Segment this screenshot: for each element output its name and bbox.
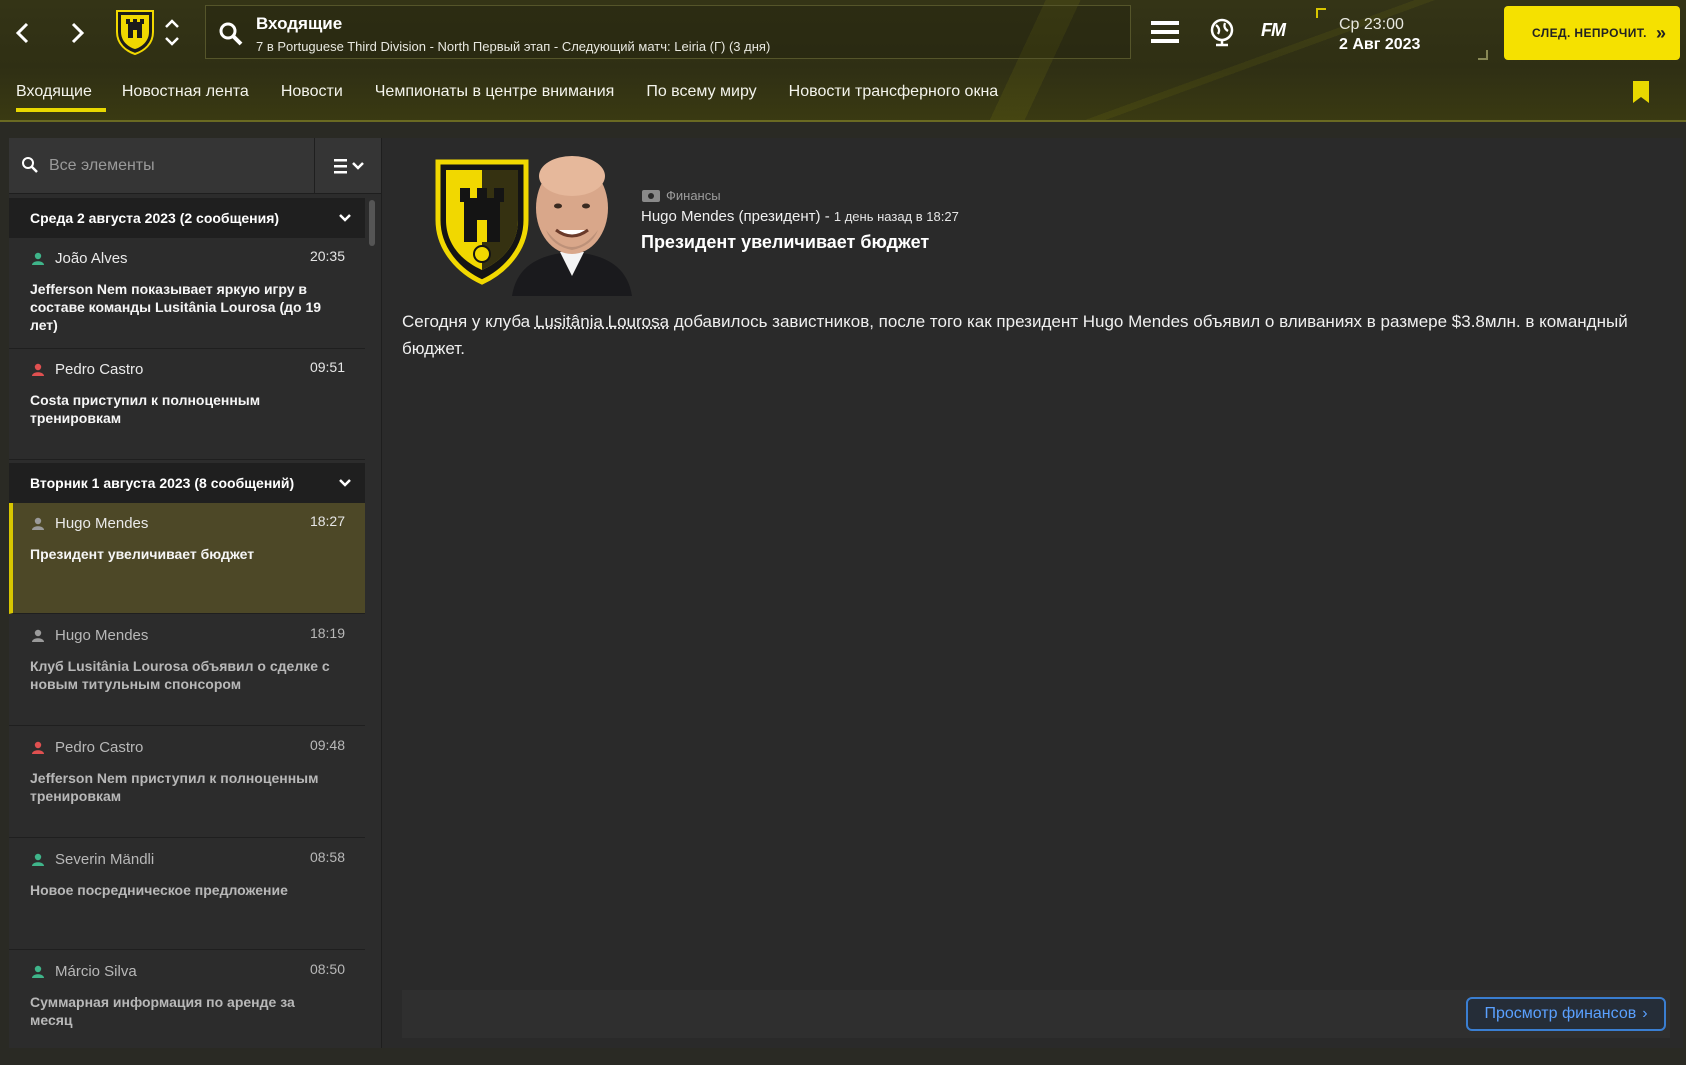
person-icon — [32, 517, 44, 530]
chevron-left-icon — [15, 22, 29, 44]
game-date[interactable]: Ср 23:00 2 Авг 2023 — [1316, 8, 1488, 60]
chevron-right-icon: › — [1642, 1005, 1648, 1022]
club-switch-icon[interactable] — [162, 16, 182, 50]
group-title: Вторник 1 августа 2023 (8 сообщений) — [30, 475, 295, 491]
view-finances-button[interactable]: Просмотр финансов › — [1466, 997, 1666, 1031]
tab-transfer-window[interactable]: Новости трансферного окна — [773, 72, 1015, 112]
next-unread-button[interactable]: СЛЕД. НЕПРОЧИТ. » — [1504, 6, 1680, 60]
list-options-icon[interactable] — [333, 155, 367, 177]
message-body: Сегодня у клуба Lusitânia Lourosa добави… — [402, 308, 1672, 362]
tab-news[interactable]: Новости — [265, 72, 359, 112]
person-icon — [32, 252, 44, 265]
message-list: Среда 2 августа 2023 (2 сообщения) João … — [9, 198, 365, 1048]
world-globe-icon[interactable] — [1207, 17, 1237, 47]
message-time: 18:19 — [309, 625, 345, 641]
message-time: 09:48 — [309, 737, 345, 753]
forward-button[interactable] — [62, 18, 92, 48]
inbox-sidebar: Среда 2 августа 2023 (2 сообщения) João … — [9, 138, 381, 1048]
group-header[interactable]: Вторник 1 августа 2023 (8 сообщений) — [9, 463, 365, 503]
tab-inbox[interactable]: Входящие — [0, 72, 106, 112]
list-item[interactable]: Hugo Mendes 18:19 Клуб Lusitânia Lourosa… — [9, 615, 365, 726]
person-icon — [32, 741, 44, 754]
double-chevron-right-icon: » — [1655, 23, 1666, 43]
sender-name: Hugo Mendes — [55, 515, 149, 532]
message-date: 1 день назад в 18:27 — [833, 209, 959, 224]
menu-icon[interactable] — [1150, 19, 1180, 45]
message-time: 08:58 — [309, 849, 345, 865]
message-category: Финансы — [642, 188, 721, 203]
list-item[interactable]: Márcio Silva 08:50 Суммарная информация … — [9, 951, 365, 1048]
person-icon — [32, 363, 44, 376]
game-date-label: 2 Авг 2023 — [1339, 36, 1421, 53]
message-time: 08:50 — [309, 961, 345, 977]
message-meta: Hugo Mendes (президент) - 1 день назад в… — [641, 208, 959, 225]
message-subject: Jefferson Nem приступил к полноценным тр… — [30, 770, 319, 804]
fm-logo[interactable]: FM — [1261, 20, 1286, 41]
message-subject: Президент увеличивает бюджет — [30, 546, 255, 562]
sender-name: Márcio Silva — [55, 963, 137, 980]
game-time: Ср 23:00 — [1339, 16, 1404, 33]
sender-name: Pedro Castro — [55, 739, 144, 756]
message-subject: Jefferson Nem показывает яркую игру в со… — [30, 281, 322, 333]
sender-name: Severin Mändli — [55, 851, 155, 868]
corner-decoration — [1316, 8, 1326, 18]
meta-separator: - — [820, 208, 834, 225]
corner-decoration — [1478, 50, 1488, 60]
sender-name: Hugo Mendes — [55, 627, 149, 644]
body-text-start: Сегодня у клуба — [402, 312, 535, 331]
person-icon — [32, 629, 44, 642]
filter-bar — [9, 138, 381, 194]
tab-bar: Входящие Новостная лента Новости Чемпион… — [0, 72, 1014, 112]
person-icon — [32, 965, 44, 978]
money-tag-icon — [642, 189, 660, 202]
top-bar: Входящие 7 в Portuguese Third Division -… — [0, 0, 1686, 122]
search-title: Входящие — [256, 14, 343, 33]
message-subject: Суммарная информация по аренде за месяц — [30, 994, 295, 1028]
tab-around-world[interactable]: По всему миру — [630, 72, 772, 112]
president-portrait — [512, 156, 632, 296]
chevron-down-icon — [339, 214, 351, 222]
tab-news-feed[interactable]: Новостная лента — [106, 72, 265, 112]
back-button[interactable] — [8, 18, 38, 48]
message-headline: Президент увеличивает бюджет — [641, 232, 930, 252]
divider — [0, 120, 1686, 122]
message-view: Финансы Hugo Mendes (президент) - 1 день… — [381, 138, 1683, 1048]
list-item[interactable]: Pedro Castro 09:48 Jefferson Nem приступ… — [9, 727, 365, 838]
next-unread-label: СЛЕД. НЕПРОЧИТ. — [1532, 26, 1647, 40]
message-sender[interactable]: Hugo Mendes (президент) — [641, 208, 821, 225]
list-item[interactable]: João Alves 20:35 Jefferson Nem показывае… — [9, 238, 365, 349]
divider — [314, 138, 315, 194]
message-subject: Новое посредническое предложение — [30, 882, 288, 898]
search-subtitle: 7 в Portuguese Third Division - North Пе… — [256, 39, 771, 54]
filter-input[interactable] — [49, 152, 309, 180]
chevron-right-icon — [71, 22, 85, 44]
tab-spotlight[interactable]: Чемпионаты в центре внимания — [359, 72, 631, 112]
bookmark-icon[interactable] — [1632, 80, 1650, 104]
group-title: Среда 2 августа 2023 (2 сообщения) — [30, 210, 280, 226]
list-item[interactable]: Severin Mändli 08:58 Новое посредническо… — [9, 839, 365, 950]
search-icon — [22, 157, 38, 173]
chevron-down-icon — [339, 479, 351, 487]
club-link[interactable]: Lusitânia Lourosa — [535, 312, 669, 331]
message-time: 18:27 — [309, 513, 345, 529]
club-badge-icon[interactable] — [114, 8, 156, 56]
sender-name: João Alves — [55, 250, 128, 267]
view-finances-label: Просмотр финансов — [1484, 1005, 1637, 1022]
person-icon — [32, 853, 44, 866]
group-header[interactable]: Среда 2 августа 2023 (2 сообщения) — [9, 198, 365, 238]
search-bar[interactable]: Входящие 7 в Portuguese Third Division -… — [205, 5, 1131, 59]
list-item-selected[interactable]: Hugo Mendes 18:27 Президент увеличивает … — [9, 503, 365, 614]
message-subject: Costa приступил к полноценным тренировка… — [30, 392, 261, 426]
category-label: Финансы — [666, 188, 721, 203]
message-time: 09:51 — [309, 359, 345, 375]
search-icon — [219, 22, 243, 46]
list-item[interactable]: Pedro Castro 09:51 Costa приступил к пол… — [9, 349, 365, 460]
message-time: 20:35 — [309, 248, 345, 264]
sender-name: Pedro Castro — [55, 361, 144, 378]
scrollbar[interactable] — [369, 200, 375, 246]
message-subject: Клуб Lusitânia Lourosa объявил о сделке … — [30, 658, 330, 692]
